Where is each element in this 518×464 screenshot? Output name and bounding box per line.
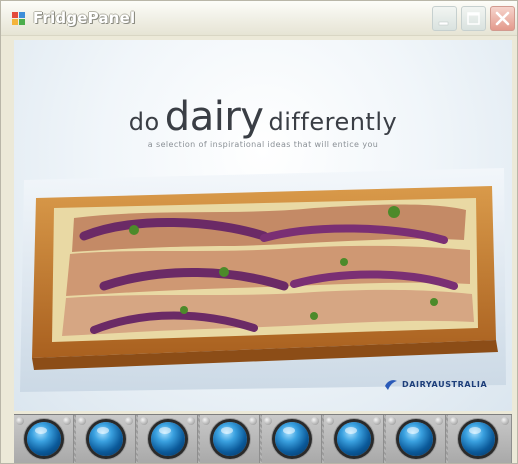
blue-orb-button-icon [337, 422, 371, 456]
blue-orb-button-icon [399, 422, 433, 456]
blue-orb-button-icon [27, 422, 61, 456]
window-app-icon [12, 12, 25, 25]
screw-icon [63, 417, 71, 425]
maximize-icon [467, 12, 480, 25]
blue-orb-button-icon [275, 422, 309, 456]
headline-main: dairy [164, 94, 264, 140]
screw-icon [326, 417, 334, 425]
panel-button-2[interactable] [76, 415, 136, 463]
close-icon [495, 11, 510, 26]
screw-icon [202, 417, 210, 425]
panel-button-5[interactable] [262, 415, 322, 463]
screw-icon [249, 417, 257, 425]
minimize-button[interactable] [432, 6, 457, 31]
minimize-icon [438, 21, 449, 26]
tagline: a selection of inspirational ideas that … [147, 140, 379, 149]
screw-icon [373, 417, 381, 425]
headline: do dairy differently [14, 94, 512, 140]
panel-button-7[interactable] [386, 415, 446, 463]
panel-button-6[interactable] [324, 415, 384, 463]
maximize-button[interactable] [461, 6, 486, 31]
title-bar[interactable]: FridgePanel [1, 1, 517, 36]
screw-icon [450, 417, 458, 425]
screw-icon [187, 417, 195, 425]
brand-text: DAIRYAUSTRALIA [402, 379, 488, 389]
recipe-photo: do dairy differently a selection of insp… [14, 40, 512, 411]
screw-icon [388, 417, 396, 425]
screw-icon [78, 417, 86, 425]
dairy-australia-logo-icon [385, 380, 397, 390]
headline-prefix: do [128, 108, 160, 136]
screw-icon [501, 417, 509, 425]
screw-icon [140, 417, 148, 425]
headline-suffix: differently [268, 108, 398, 136]
blue-orb-button-icon [89, 422, 123, 456]
screw-icon [435, 417, 443, 425]
screw-icon [16, 417, 24, 425]
screw-icon [311, 417, 319, 425]
panel-button-3[interactable] [138, 415, 198, 463]
blue-orb-button-icon [151, 422, 185, 456]
panel-button-8[interactable] [448, 415, 512, 463]
blue-orb-button-icon [213, 422, 247, 456]
panel-button-4[interactable] [200, 415, 260, 463]
blue-orb-button-icon [461, 422, 495, 456]
screw-icon [125, 417, 133, 425]
window-title: FridgePanel [33, 9, 136, 27]
brand-logo: DAIRYAUSTRALIA [384, 376, 487, 392]
control-panel [14, 414, 512, 463]
panel-button-1[interactable] [14, 415, 74, 463]
screw-icon [264, 417, 272, 425]
fridgepanel-window: FridgePanel do dairy differently a selec… [0, 0, 518, 464]
close-button[interactable] [490, 6, 515, 31]
